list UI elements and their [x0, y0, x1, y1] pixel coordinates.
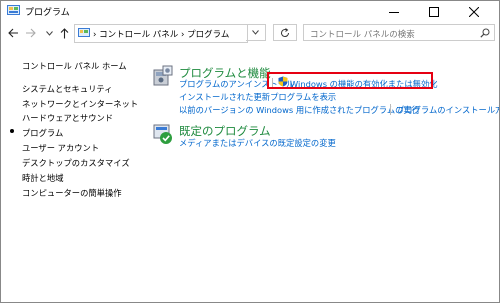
how-to-install-program-link[interactable]: プログラムのインストール方法: [396, 104, 499, 116]
recent-dropdown-icon: [45, 30, 53, 36]
title-bar: プログラム: [1, 1, 499, 22]
control-panel-window: プログラム › コントロール パネル › プログラム コントロール パネルの検索…: [0, 0, 500, 303]
sidebar-item-clock-region[interactable]: 時計と地域: [22, 172, 64, 184]
back-button[interactable]: [6, 26, 20, 40]
sidebar-item-ease-of-access[interactable]: コンピューターの簡単操作: [22, 187, 122, 199]
program-compatibility-link[interactable]: 以前のバージョンの Windows 用に作成されたプログラムの実行: [179, 104, 420, 116]
link-separator: [390, 104, 391, 115]
up-button[interactable]: [58, 26, 70, 40]
forward-button[interactable]: [23, 26, 37, 40]
search-box[interactable]: コントロール パネルの検索: [303, 24, 495, 41]
sidebar-item-network-internet[interactable]: ネットワークとインターネット: [22, 98, 138, 110]
close-button[interactable]: [459, 1, 489, 22]
control-panel-icon: [78, 28, 90, 37]
sidebar-item-hardware-sound[interactable]: ハードウェアとサウンド: [22, 112, 113, 124]
minimize-icon: [389, 11, 399, 13]
change-media-device-defaults-link[interactable]: メディアまたはデバイスの既定設定の変更: [179, 137, 336, 149]
chevron-down-icon: [252, 30, 259, 35]
refresh-icon: [281, 27, 289, 37]
address-bar[interactable]: › コントロール パネル › プログラム: [74, 24, 248, 43]
forward-arrow-icon: [25, 28, 36, 38]
address-dropdown-button[interactable]: [246, 24, 266, 41]
minimize-button[interactable]: [379, 1, 409, 22]
window-title: プログラム: [25, 8, 70, 18]
default-programs-icon[interactable]: [152, 123, 174, 145]
recent-locations-button[interactable]: [44, 26, 54, 40]
sidebar-item-user-accounts[interactable]: ユーザー アカウント: [22, 142, 99, 154]
back-arrow-icon: [7, 28, 18, 38]
address-path: › コントロール パネル › プログラム: [93, 30, 230, 40]
maximize-icon: [429, 6, 439, 17]
active-item-bullet: [10, 129, 14, 133]
maximize-button[interactable]: [419, 1, 449, 22]
sidebar-item-control-panel-home[interactable]: コントロール パネル ホーム: [22, 60, 127, 72]
view-installed-updates-link[interactable]: インストールされた更新プログラムを表示: [179, 91, 336, 103]
control-panel-icon: [7, 5, 20, 15]
sidebar-item-system-security[interactable]: システムとセキュリティ: [22, 83, 113, 95]
highlight-box: [267, 72, 433, 89]
programs-and-features-icon[interactable]: [152, 65, 174, 87]
sidebar-item-programs[interactable]: プログラム: [22, 127, 63, 139]
sidebar-item-desktop-customization[interactable]: デスクトップのカスタマイズ: [22, 157, 130, 169]
navigation-bar: › コントロール パネル › プログラム コントロール パネルの検索: [1, 22, 499, 44]
refresh-button[interactable]: [273, 24, 297, 41]
search-placeholder: コントロール パネルの検索: [310, 30, 415, 40]
search-icon[interactable]: [480, 28, 490, 38]
up-arrow-icon: [60, 27, 68, 38]
close-icon: [469, 6, 479, 17]
